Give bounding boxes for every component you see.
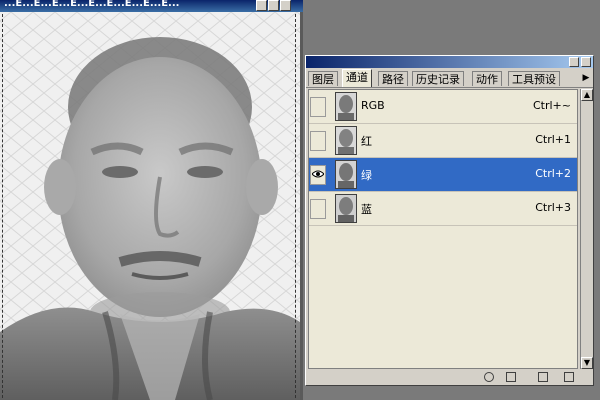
channel-row-red[interactable]: 红 Ctrl+1 — [309, 124, 577, 158]
channel-row-green[interactable]: 绿 Ctrl+2 — [309, 158, 577, 192]
new-channel-icon[interactable] — [538, 372, 548, 382]
visibility-toggle[interactable] — [310, 97, 326, 117]
document-window: ...E...E...E...E...E...E...E...E...E... — [0, 0, 303, 400]
load-selection-icon[interactable] — [484, 372, 494, 382]
channel-name: 红 — [361, 135, 372, 148]
document-canvas[interactable] — [0, 12, 303, 400]
channel-name: 绿 — [361, 169, 372, 182]
visibility-toggle[interactable] — [310, 131, 326, 151]
channel-row-rgb[interactable]: RGB Ctrl+~ — [309, 90, 577, 124]
channel-shortcut: Ctrl+3 — [535, 201, 571, 214]
panel-tabs: 图层 通道 路径 历史记录 动作 工具预设 ▶ — [306, 69, 593, 88]
photo-grayscale-portrait — [0, 12, 300, 400]
channel-thumbnail — [335, 194, 357, 223]
channel-row-blue[interactable]: 蓝 Ctrl+3 — [309, 192, 577, 226]
channel-scrollbar[interactable]: ▲ ▼ — [580, 89, 593, 369]
channel-thumbnail — [335, 160, 357, 189]
close-icon[interactable] — [280, 0, 291, 11]
tab-paths[interactable]: 路径 — [378, 71, 408, 86]
eye-icon — [312, 170, 324, 178]
channel-list: RGB Ctrl+~ 红 Ctrl+1 绿 Ctrl+2 蓝 Ctrl+3 — [308, 89, 578, 369]
visibility-toggle[interactable] — [310, 199, 326, 219]
document-titlebar[interactable]: ...E...E...E...E...E...E...E...E...E... — [0, 0, 303, 12]
channel-name: RGB — [361, 99, 385, 112]
channels-panel: 图层 通道 路径 历史记录 动作 工具预设 ▶ RGB Ctrl+~ 红 Ctr… — [305, 55, 594, 386]
maximize-icon[interactable] — [268, 0, 279, 11]
panel-titlebar[interactable] — [306, 56, 593, 68]
document-title: ...E...E...E...E...E...E...E...E...E... — [4, 0, 180, 9]
channel-shortcut: Ctrl+1 — [535, 133, 571, 146]
scroll-down-icon[interactable]: ▼ — [581, 357, 593, 369]
scroll-up-icon[interactable]: ▲ — [581, 89, 593, 101]
delete-channel-icon[interactable] — [564, 372, 574, 382]
tab-tool-presets[interactable]: 工具预设 — [508, 71, 560, 86]
channel-shortcut: Ctrl+~ — [532, 99, 571, 112]
visibility-toggle[interactable] — [310, 165, 326, 185]
tab-history[interactable]: 历史记录 — [412, 71, 464, 86]
tab-actions[interactable]: 动作 — [472, 71, 502, 86]
channel-name: 蓝 — [361, 203, 372, 216]
panel-close-icon[interactable] — [581, 57, 591, 67]
workspace: ...E...E...E...E...E...E...E...E...E... — [0, 0, 600, 400]
save-selection-icon[interactable] — [506, 372, 516, 382]
panel-minimize-icon[interactable] — [569, 57, 579, 67]
panel-menu-arrow-icon[interactable]: ▶ — [581, 73, 591, 83]
minimize-icon[interactable] — [256, 0, 267, 11]
tab-layers[interactable]: 图层 — [308, 71, 338, 86]
channel-thumbnail — [335, 92, 357, 121]
panel-footer — [308, 371, 593, 385]
tab-channels[interactable]: 通道 — [342, 69, 372, 87]
channel-shortcut: Ctrl+2 — [535, 167, 571, 180]
channel-thumbnail — [335, 126, 357, 155]
